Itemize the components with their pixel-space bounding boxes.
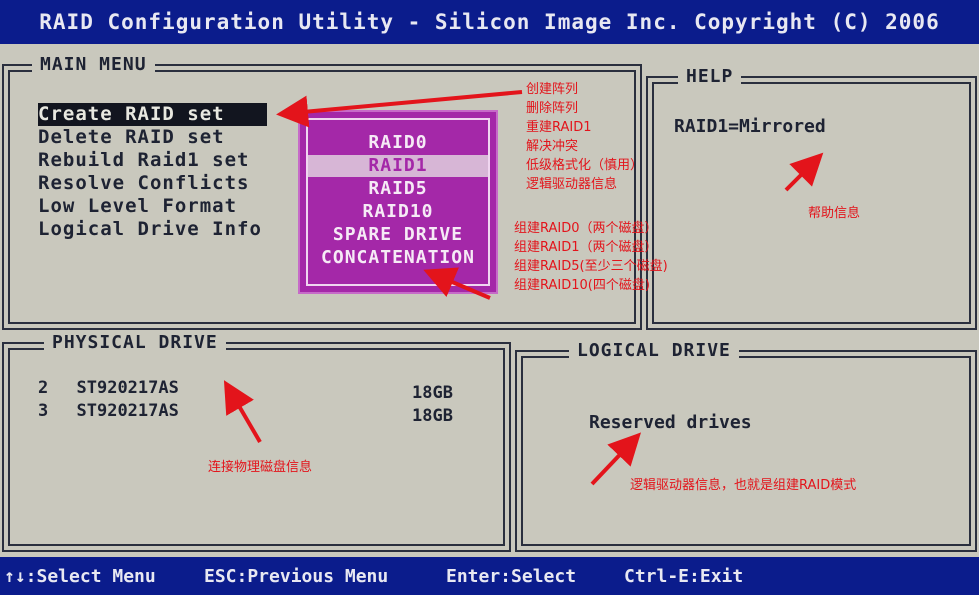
physical-drive-row[interactable]: 3 ST920217AS [38, 401, 179, 421]
menu-item-logical-drive-info[interactable]: Logical Drive Info [38, 218, 262, 241]
annotation-raid5: 组建RAID5(至少三个磁盘) [514, 259, 668, 274]
annotation-resolve: 解决冲突 [526, 139, 579, 154]
status-previous-menu: ESC:Previous Menu [204, 565, 389, 587]
drive-size: 18GB [412, 406, 453, 426]
annotation-delete: 删除阵列 [526, 101, 579, 116]
raid-option-concatenation[interactable]: CONCATENATION [308, 247, 488, 269]
menu-item-resolve-conflicts[interactable]: Resolve Conflicts [38, 172, 249, 195]
logical-drive-text: Reserved drives [589, 412, 752, 433]
menu-item-low-level-format[interactable]: Low Level Format [38, 195, 237, 218]
status-bar: ↑↓:Select Menu ESC:Previous Menu Enter:S… [0, 557, 979, 595]
annotation-raid0: 组建RAID0（两个磁盘） [514, 221, 658, 236]
drive-id: 2 [38, 378, 49, 398]
help-title: HELP [678, 66, 742, 87]
menu-item-rebuild-raid1-set[interactable]: Rebuild Raid1 set [38, 149, 249, 172]
physical-drive-panel: PHYSICAL DRIVE [2, 332, 511, 552]
annotation-physical: 连接物理磁盘信息 [208, 460, 313, 475]
raid-option-spare-drive[interactable]: SPARE DRIVE [308, 224, 488, 246]
annotation-rebuild: 重建RAID1 [526, 120, 592, 135]
raid-option-raid10[interactable]: RAID10 [308, 201, 488, 223]
annotation-format: 低级格式化（慎用） [526, 158, 644, 173]
help-panel: HELP RAID1=Mirrored [646, 66, 977, 330]
status-select-menu: ↑↓:Select Menu [4, 565, 156, 587]
status-exit: Ctrl-E:Exit [624, 565, 744, 587]
app-title: RAID Configuration Utility - Silicon Ima… [39, 10, 940, 34]
annotation-raid10: 组建RAID10(四个磁盘) [514, 278, 650, 293]
help-text: RAID1=Mirrored [674, 116, 826, 137]
menu-item-delete-raid-set[interactable]: Delete RAID set [38, 126, 225, 149]
annotation-logical-info: 逻辑驱动器信息 [526, 177, 618, 192]
drive-model: ST920217AS [76, 401, 179, 421]
raid-option-raid5[interactable]: RAID5 [308, 178, 488, 200]
status-enter-select: Enter:Select [446, 565, 577, 587]
annotation-menu-notes: 创建阵列 删除阵列 重建RAID1 解决冲突 低级格式化（慎用） 逻辑驱动器信息 [526, 80, 643, 194]
raid-option-raid0[interactable]: RAID0 [308, 132, 488, 154]
annotation-raid1: 组建RAID1（两个磁盘） [514, 240, 658, 255]
raid-level-popup: RAID0 RAID1 RAID5 RAID10 SPARE DRIVE CON… [298, 110, 498, 294]
annotation-raid-notes: 组建RAID0（两个磁盘） 组建RAID1（两个磁盘） 组建RAID5(至少三个… [514, 219, 668, 295]
main-menu-title: MAIN MENU [32, 54, 155, 75]
drive-size: 18GB [412, 383, 453, 403]
annotation-help: 帮助信息 [808, 206, 861, 221]
drive-id: 3 [38, 401, 49, 421]
raid-option-raid1[interactable]: RAID1 [308, 155, 488, 177]
title-bar: RAID Configuration Utility - Silicon Ima… [0, 0, 979, 44]
annotation-logical: 逻辑驱动器信息，也就是组建RAID模式 [630, 478, 857, 493]
logical-drive-title: LOGICAL DRIVE [569, 340, 739, 361]
annotation-create: 创建阵列 [526, 82, 579, 97]
physical-drive-row[interactable]: 2 ST920217AS [38, 378, 179, 398]
physical-drive-title: PHYSICAL DRIVE [44, 332, 226, 353]
logical-drive-panel: LOGICAL DRIVE Reserved drives [515, 340, 977, 552]
menu-item-create-raid-set[interactable]: Create RAID set [38, 103, 267, 126]
drive-model: ST920217AS [76, 378, 179, 398]
